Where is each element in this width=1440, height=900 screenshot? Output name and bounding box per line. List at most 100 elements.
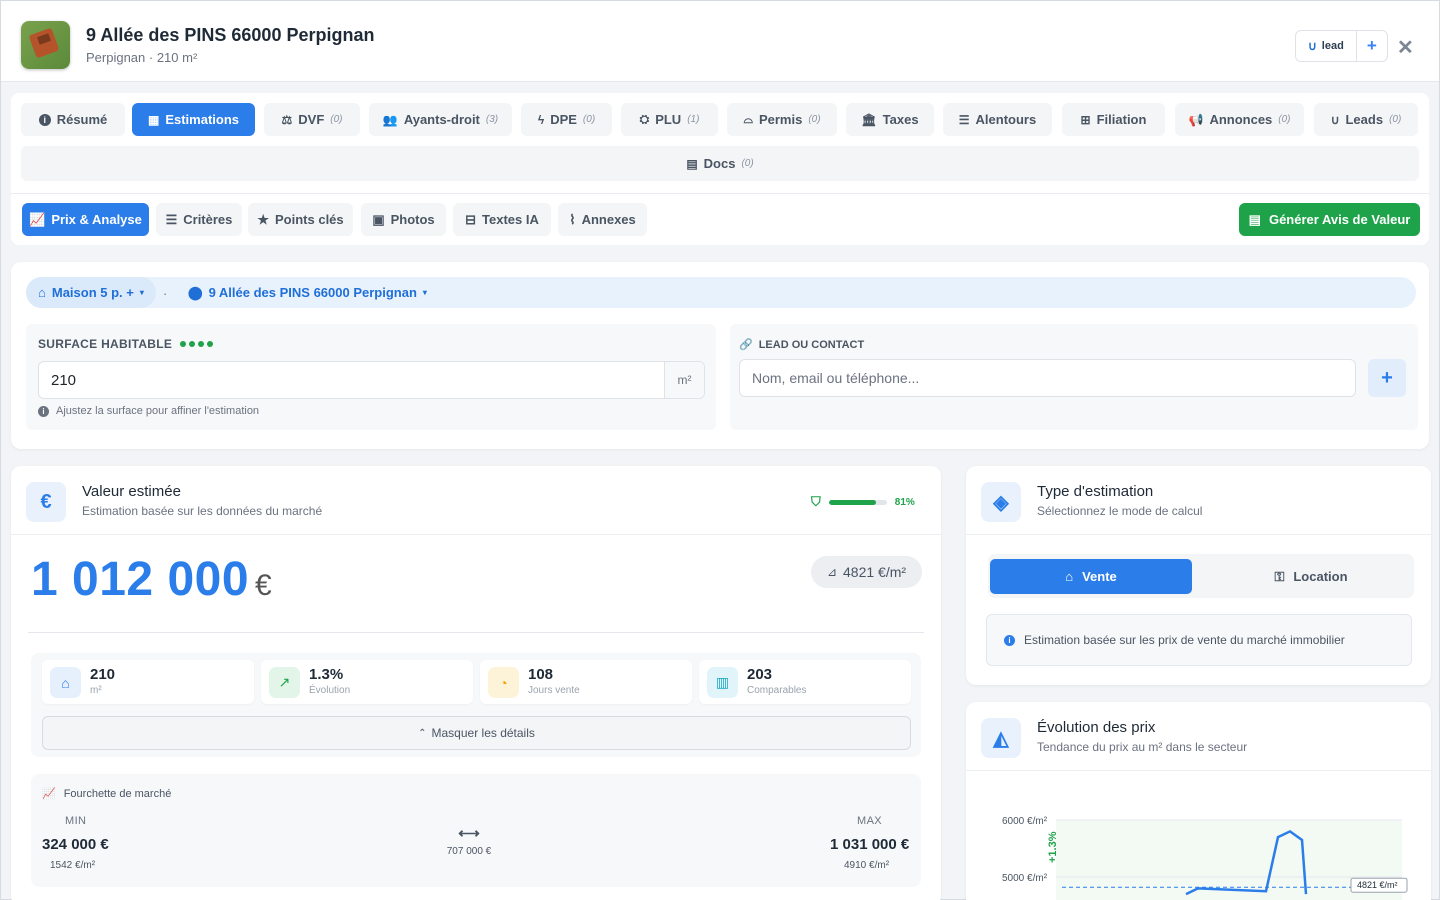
landmark-icon: 🏛	[861, 112, 877, 127]
confidence-value: 81%	[894, 496, 915, 508]
market-range-title-text: Fourchette de marché	[63, 787, 172, 800]
confidence-bar	[828, 499, 887, 505]
tab-ayants-droit[interactable]: 👥 Ayants-droit (3)	[369, 103, 512, 136]
map-icon: ⛭	[639, 112, 650, 126]
range-max-value: 1 031 000 €	[830, 836, 910, 853]
stat-days: ◔ 108 Jours vente	[480, 660, 692, 704]
mode-vente-button[interactable]: ⌂ Vente	[990, 559, 1192, 594]
subtab-photos[interactable]: ▣ Photos	[361, 203, 446, 236]
price-evolution-title: Évolution des prix	[1037, 719, 1156, 736]
add-lead-button[interactable]: +	[1368, 359, 1406, 397]
tab-count: (0)	[582, 114, 596, 125]
chart-line-icon: ↗	[269, 667, 300, 698]
property-type-chip[interactable]: ⌂ Maison 5 p. + ▾	[26, 277, 156, 308]
surface-input[interactable]: 210	[39, 362, 664, 398]
robot-icon: ⊟	[465, 211, 477, 227]
subtab-criteres[interactable]: ☰ Critères	[156, 203, 242, 236]
building-icon: ▥	[707, 667, 738, 698]
chart-line-icon: 📈	[29, 211, 46, 227]
chart-area-icon: ◭	[981, 718, 1021, 758]
file-icon: ▤	[686, 156, 698, 171]
tab-plu[interactable]: ⛭ PLU (1)	[621, 103, 718, 136]
estimation-type-info-text: Estimation basée sur les prix de vente d…	[1024, 633, 1345, 647]
tags-icon: ◈	[981, 482, 1021, 522]
map-marker-icon: ⬤	[188, 284, 203, 300]
lead-button-label: lead	[1321, 40, 1344, 52]
price-evolution-chart: 6000 €/m² 5000 €/m² +1.3% 4821 €/m²	[1002, 816, 1408, 900]
chart-plot-area	[1056, 820, 1402, 900]
main-tabs: i Résumé ▦ Estimations ⚖ DVF (0) 👥 Ayant…	[11, 93, 1429, 193]
tab-docs[interactable]: ▤ Docs (0)	[21, 146, 1419, 181]
tab-permis[interactable]: ⌓ Permis (0)	[727, 103, 837, 136]
close-icon[interactable]: ✕	[1397, 35, 1414, 60]
link-icon: 🔗	[739, 339, 753, 351]
tab-label: Leads	[1345, 112, 1384, 127]
tab-filiation[interactable]: ⊞ Filiation	[1062, 103, 1165, 136]
tab-label: Taxes	[882, 112, 919, 127]
surface-label: SURFACE HABITABLE	[38, 337, 214, 351]
property-modal: 9 Allée des PINS 66000 Perpignan Perpign…	[0, 0, 1440, 900]
tab-resume[interactable]: i Résumé	[21, 103, 125, 136]
mode-location-button[interactable]: ⚿ Location	[1210, 559, 1412, 594]
tab-annonces[interactable]: 📢 Annonces (0)	[1175, 103, 1304, 136]
stat-value: 108	[528, 666, 554, 683]
estimated-value: 1 012 000 €	[31, 552, 272, 607]
tab-count: (1)	[687, 114, 700, 125]
stats-box: ⌂ 210 m² ↗ 1.3% Évolution ◔ 108 Jours ve…	[31, 653, 921, 757]
chart-area-icon: 📈	[42, 788, 56, 800]
add-button[interactable]: +	[1357, 31, 1387, 61]
property-thumbnail[interactable]	[21, 21, 70, 69]
subtab-points-cles[interactable]: ★ Points clés	[248, 203, 353, 236]
accuracy-dots	[180, 341, 214, 347]
tab-estimations[interactable]: ▦ Estimations	[132, 103, 255, 136]
y-tick-label: 6000 €/m²	[1002, 816, 1048, 827]
stat-value: 1.3%	[309, 666, 344, 683]
chevron-up-icon: ⌃	[418, 727, 427, 739]
reference-label: 4821 €/m²	[1357, 880, 1398, 890]
property-form-card: ⌂ Maison 5 p. + ▾ · ⬤ 9 Allée des PINS 6…	[11, 262, 1429, 449]
home-icon: ⌂	[1065, 569, 1074, 584]
euro-icon: €	[26, 482, 66, 522]
tab-label: Alentours	[975, 112, 1037, 127]
stat-label: Comparables	[747, 685, 807, 696]
generate-avis-button[interactable]: ▤ Générer Avis de Valeur	[1239, 203, 1420, 236]
sitemap-icon: ⊞	[1080, 112, 1091, 127]
divider	[28, 632, 924, 633]
tab-count: (0)	[741, 158, 754, 169]
range-spread: ⟷ 707 000 €	[429, 824, 509, 857]
valuation-card: € Valeur estimée Estimation basée sur le…	[11, 466, 941, 900]
lead-search-input[interactable]: Nom, email ou téléphone...	[739, 359, 1356, 397]
lead-button[interactable]: ∪ lead	[1296, 31, 1357, 61]
estimation-type-info: i Estimation basée sur les prix de vente…	[986, 614, 1412, 666]
subtab-annexes[interactable]: ⌇ Annexes	[558, 203, 647, 236]
tab-count: (0)	[330, 114, 343, 125]
tab-dvf[interactable]: ⚖ DVF (0)	[264, 103, 360, 136]
estimated-value-number: 1 012 000	[31, 553, 250, 606]
tab-alentours[interactable]: ☰ Alentours	[943, 103, 1052, 136]
header-actions: ∪ lead +	[1295, 30, 1388, 62]
estimation-type-subtitle: Sélectionnez le mode de calcul	[1037, 504, 1203, 518]
tab-count: (0)	[808, 114, 821, 125]
tab-leads[interactable]: ∪ Leads (0)	[1314, 103, 1418, 136]
tab-taxes[interactable]: 🏛 Taxes	[846, 103, 934, 136]
price-evolution-subtitle: Tendance du prix au m² dans le secteur	[1037, 740, 1248, 754]
subtab-prix-analyse[interactable]: 📈 Prix & Analyse	[22, 203, 149, 236]
tab-count: (0)	[1278, 114, 1291, 125]
magnet-icon: ∪	[1308, 39, 1317, 53]
address-chip[interactable]: ⬤ 9 Allée des PINS 66000 Perpignan ▾	[176, 277, 439, 308]
chevron-down-icon: ▾	[139, 288, 144, 297]
subtab-textes-ia[interactable]: ⊟ Textes IA	[453, 203, 551, 236]
separator: ·	[163, 286, 168, 301]
price-per-m2-value: 4821 €/m²	[843, 564, 907, 580]
surface-label-text: SURFACE HABITABLE	[38, 337, 173, 351]
hide-details-button[interactable]: ⌃ Masquer les détails	[42, 716, 911, 750]
valuation-title: Valeur estimée	[82, 483, 181, 500]
sliders-icon: ☰	[165, 211, 178, 227]
range-max-label: MAX	[857, 815, 883, 827]
lead-panel: 🔗 LEAD OU CONTACT Nom, email ou téléphon…	[730, 324, 1418, 430]
tab-dpe[interactable]: ϟ DPE (0)	[521, 103, 612, 136]
subtab-label: Prix & Analyse	[51, 212, 142, 227]
market-range-box: 📈 Fourchette de marché MIN 324 000 € 154…	[31, 774, 921, 887]
clock-icon: ◔	[488, 667, 519, 698]
page-subtitle: Perpignan · 210 m²	[86, 50, 198, 65]
